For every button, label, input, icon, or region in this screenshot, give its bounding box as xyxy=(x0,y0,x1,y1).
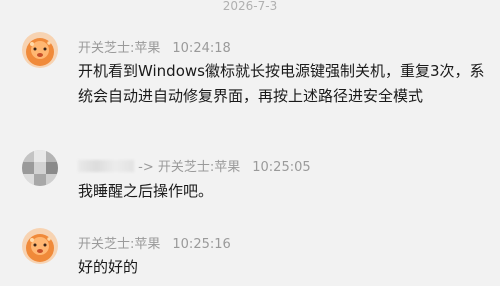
message-meta: 开关芝士:苹果 10:24:18 xyxy=(78,37,231,56)
message-text: 好的好的 xyxy=(78,258,139,276)
blurred-avatar-icon[interactable] xyxy=(22,150,58,186)
cheese-avatar-icon[interactable] xyxy=(22,228,58,264)
message-time: 10:25:05 xyxy=(252,160,311,175)
message-meta: 开关芝士:苹果 10:25:16 xyxy=(78,233,231,252)
cheese-avatar-icon[interactable] xyxy=(22,32,58,68)
sender-name[interactable]: 开关芝士:苹果 xyxy=(78,237,160,252)
date-separator: 2026-7-3 xyxy=(222,0,278,13)
message-time: 10:24:18 xyxy=(172,41,231,56)
message-text: 开机看到Windows徽标就长按电源键强制关机，重复3次，系统会自动进自动修复界… xyxy=(78,62,485,105)
message-meta: -> 开关芝士:苹果 10:25:05 xyxy=(78,156,311,175)
sender-name[interactable]: -> 开关芝士:苹果 xyxy=(138,160,240,175)
sender-name[interactable]: 开关芝士:苹果 xyxy=(78,41,160,56)
redacted-sender-name xyxy=(78,160,134,172)
message-time: 10:25:16 xyxy=(172,237,231,252)
message-text: 我睡醒之后操作吧。 xyxy=(78,182,214,200)
